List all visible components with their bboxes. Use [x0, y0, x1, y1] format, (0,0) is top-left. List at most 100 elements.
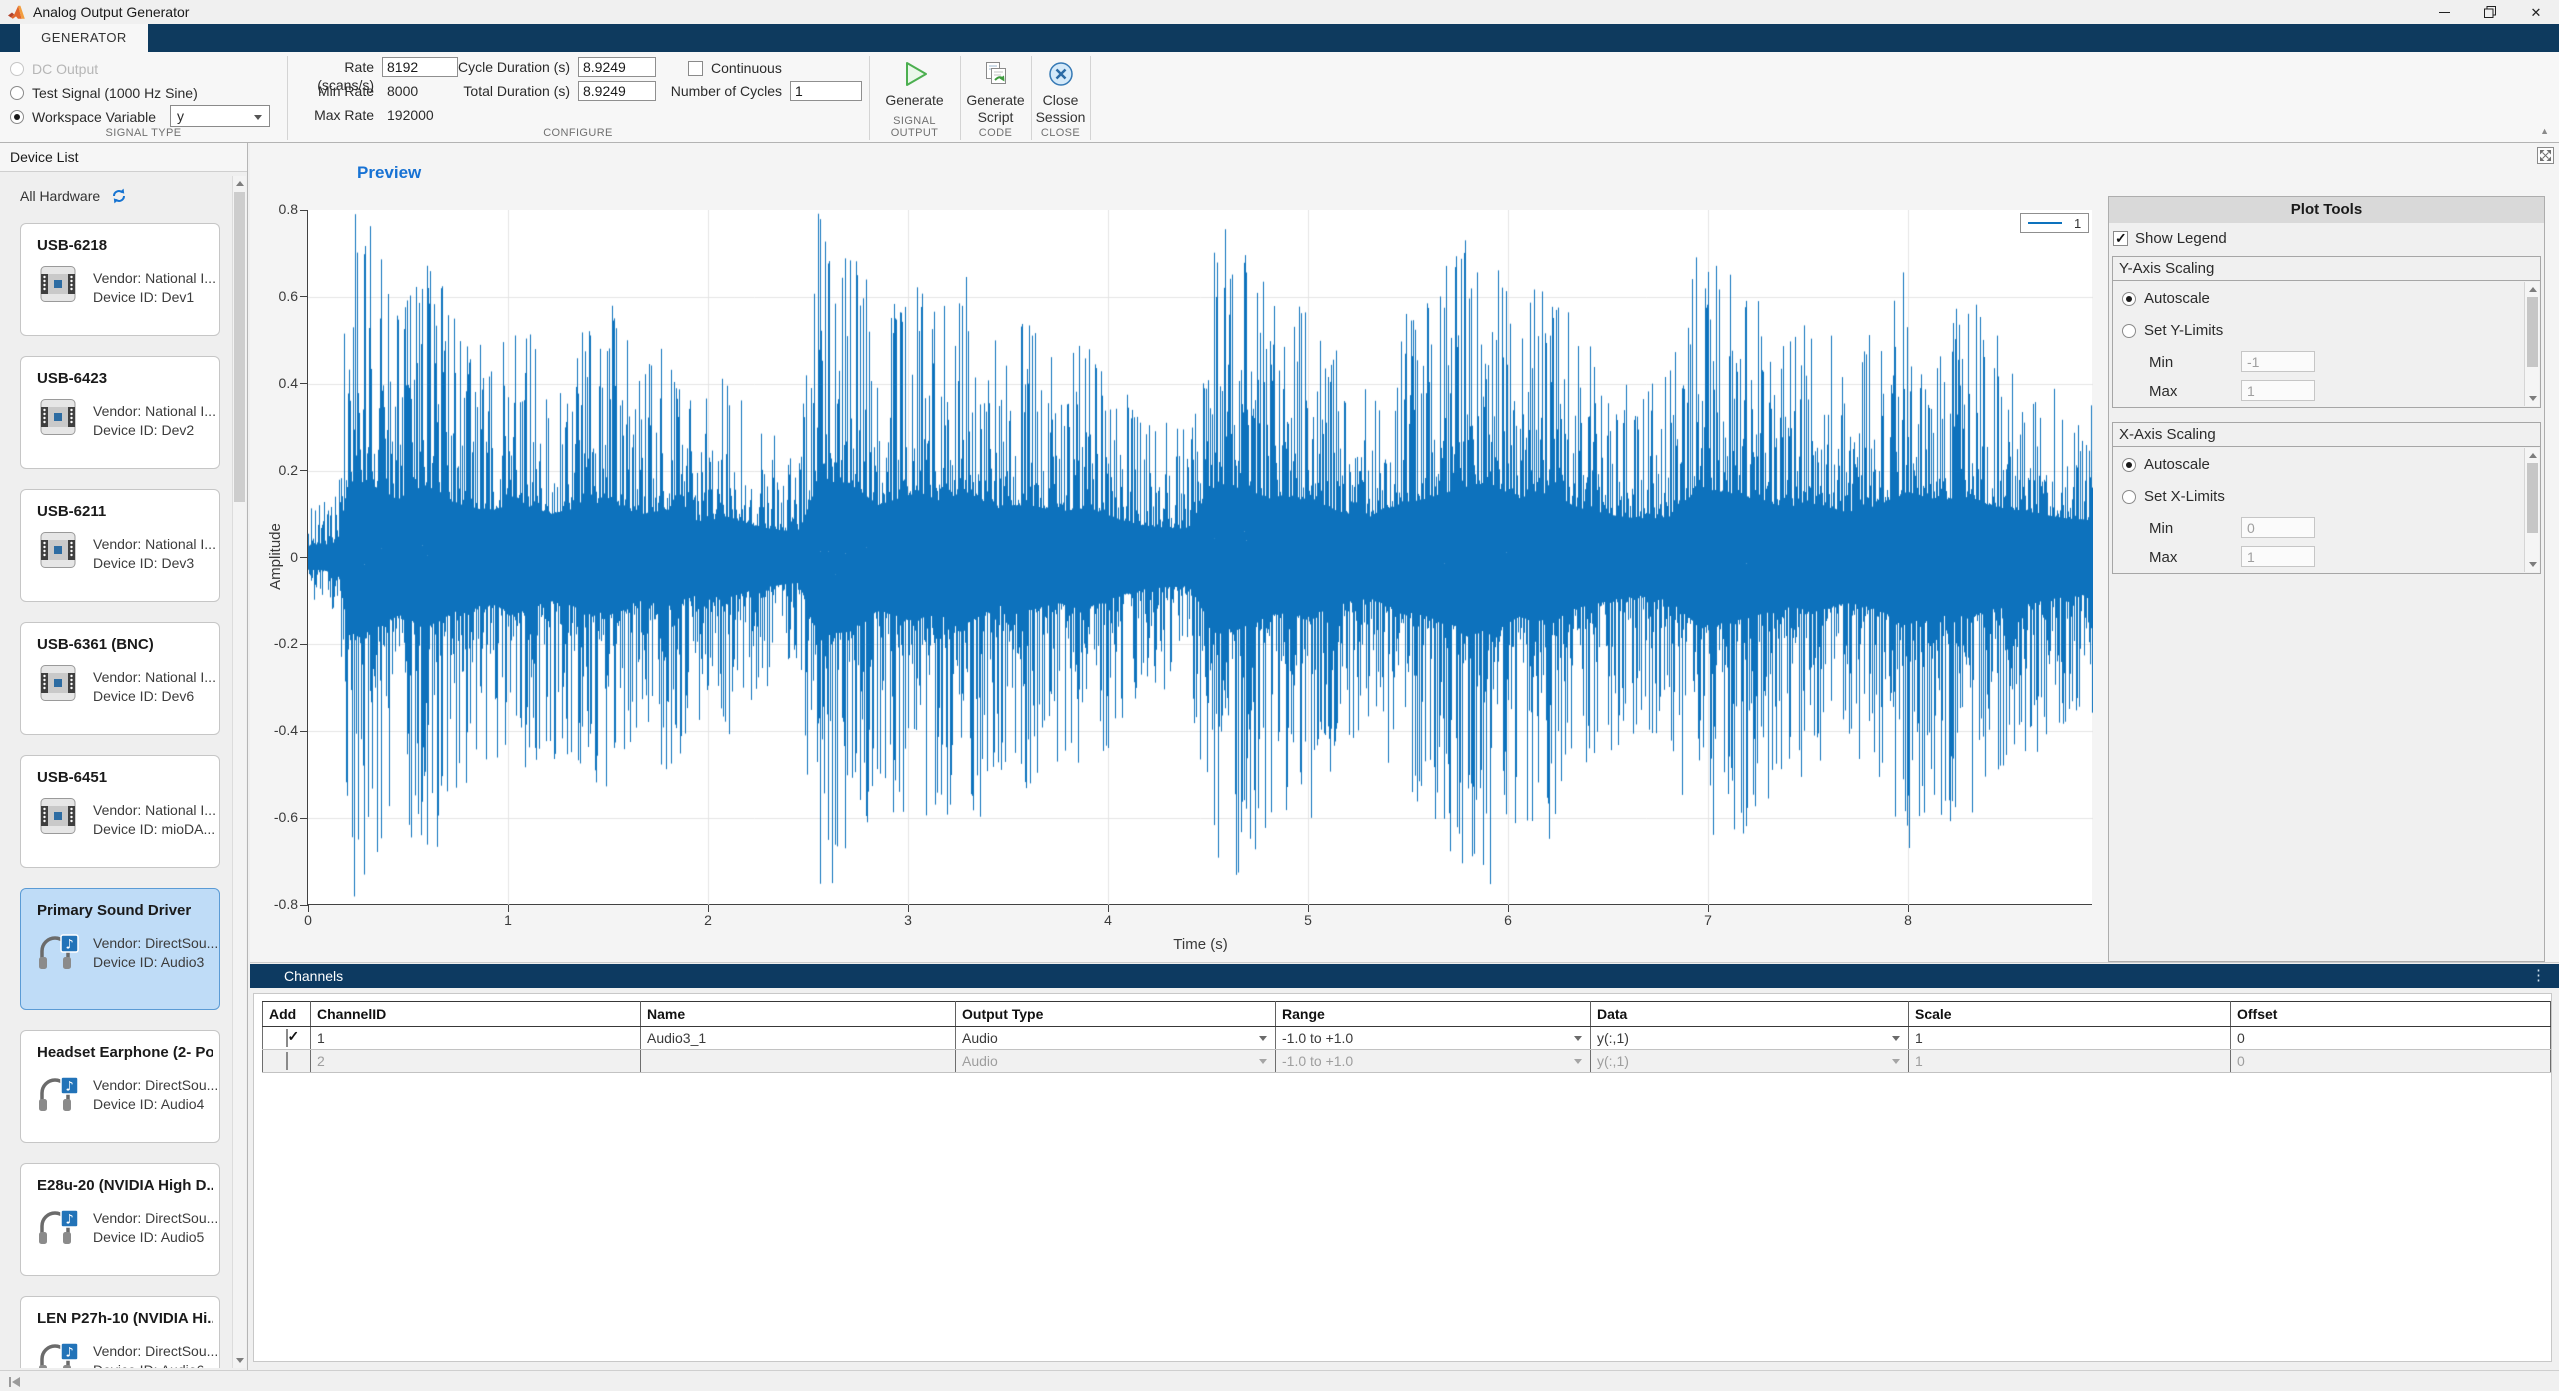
waveform-canvas[interactable] [308, 210, 2093, 905]
scroll-up-icon[interactable] [2529, 287, 2537, 292]
y-group-scrollbar[interactable] [2524, 282, 2539, 406]
data-cell[interactable]: y(:,1) [1591, 1050, 1909, 1073]
generate-script-label-line2: Script [978, 109, 1014, 126]
x-autoscale-row[interactable]: Autoscale [2122, 456, 2210, 473]
x-max-input[interactable] [2241, 546, 2315, 567]
audio-device-icon: ♪ [35, 1339, 81, 1368]
chevron-down-icon [254, 115, 262, 120]
total-duration-label: Total Duration (s) [452, 82, 570, 100]
device-card[interactable]: Headset Earphone (2- Pol... ♪ [20, 1030, 220, 1143]
y-set-limits-row[interactable]: Set Y-Limits [2122, 322, 2223, 339]
plot-legend[interactable]: 1 [2020, 213, 2089, 233]
scrollbar-thumb[interactable] [2527, 463, 2538, 533]
daq-device-icon [35, 399, 81, 438]
scroll-up-icon[interactable] [2529, 453, 2537, 458]
show-legend-checkbox[interactable] [2113, 231, 2128, 246]
y-tick-label: 0.8 [248, 201, 298, 217]
close-section-label: CLOSE [1031, 127, 1090, 139]
offset-cell[interactable]: 0 [2231, 1050, 2551, 1073]
column-header: Scale [1909, 1002, 2231, 1027]
add-checkbox[interactable] [286, 1052, 288, 1070]
collapse-ribbon-icon[interactable]: ▲ [2540, 126, 2549, 136]
x-tick-mark [308, 905, 309, 912]
scroll-down-icon[interactable] [2529, 396, 2537, 401]
scrollbar-thumb[interactable] [234, 192, 245, 502]
y-set-limits-radio[interactable] [2122, 324, 2136, 338]
x-autoscale-radio[interactable] [2122, 458, 2136, 472]
audio-device-icon: ♪ [35, 1073, 81, 1116]
scrollbar-thumb[interactable] [2527, 297, 2538, 367]
cycle-duration-input[interactable] [578, 57, 656, 77]
number-of-cycles-input[interactable] [790, 81, 862, 101]
range-cell[interactable]: -1.0 to +1.0 [1276, 1050, 1591, 1073]
restore-button[interactable] [2467, 0, 2513, 24]
device-vendor: Vendor: DirectSou... [93, 1077, 218, 1093]
x-min-input[interactable] [2241, 517, 2315, 538]
device-card[interactable]: USB-6451 ♪ Vendor: Nati [20, 755, 220, 868]
y-min-input[interactable] [2241, 351, 2315, 372]
workspace-variable-radio[interactable] [10, 110, 24, 124]
dc-output-radio-row[interactable]: DC Output [10, 60, 98, 78]
x-tick-mark [908, 905, 909, 912]
range-cell[interactable]: -1.0 to +1.0 [1276, 1027, 1591, 1050]
device-card[interactable]: USB-6361 (BNC) ♪ Vendor [20, 622, 220, 735]
device-card[interactable]: USB-6423 ♪ Vendor: Nati [20, 356, 220, 469]
collapse-left-icon[interactable] [8, 1375, 22, 1391]
channel-row[interactable]: 2 Audio -1.0 to +1.0 y(:,1) 1 0 [263, 1050, 2551, 1073]
output-type-cell[interactable]: Audio [956, 1050, 1276, 1073]
add-cell[interactable] [263, 1027, 311, 1050]
scale-cell[interactable]: 1 [1909, 1050, 2231, 1073]
offset-cell[interactable]: 0 [2231, 1027, 2551, 1050]
legend-line-sample [2028, 222, 2062, 224]
test-signal-radio[interactable] [10, 86, 24, 100]
continuous-checkbox[interactable] [688, 61, 703, 76]
workspace-variable-dropdown[interactable]: y [170, 105, 270, 127]
device-list-scrollbar[interactable] [232, 176, 246, 1368]
expand-panel-icon[interactable] [2537, 147, 2554, 167]
total-duration-input[interactable] [578, 81, 656, 101]
generate-script-button[interactable]: Generate Script [960, 58, 1031, 134]
x-tick-label: 8 [1904, 912, 1912, 928]
scroll-up-icon[interactable] [236, 181, 244, 186]
y-autoscale-radio[interactable] [2122, 292, 2136, 306]
device-card[interactable]: USB-6211 ♪ Vendor: Nati [20, 489, 220, 602]
generate-script-label-line1: Generate [966, 92, 1024, 109]
device-card[interactable]: E28u-20 (NVIDIA High D... ♪ [20, 1163, 220, 1276]
channels-menu-icon[interactable]: ⋮ [2531, 964, 2546, 988]
close-session-button[interactable]: Close Session [1031, 58, 1090, 134]
rate-input[interactable] [382, 57, 458, 77]
close-button[interactable]: ✕ [2513, 0, 2559, 24]
name-cell[interactable] [641, 1050, 956, 1073]
scale-cell[interactable]: 1 [1909, 1027, 2231, 1050]
name-cell[interactable]: Audio3_1 [641, 1027, 956, 1050]
minimize-button[interactable] [2421, 0, 2467, 24]
channel-row[interactable]: 1 Audio3_1 Audio -1.0 to +1.0 y(:,1) 1 0 [263, 1027, 2551, 1050]
scroll-down-icon[interactable] [2529, 562, 2537, 567]
data-cell[interactable]: y(:,1) [1591, 1027, 1909, 1050]
y-tick-label: 0 [248, 549, 298, 565]
add-checkbox[interactable] [286, 1029, 288, 1047]
dc-output-radio[interactable] [10, 62, 24, 76]
x-tick-label: 2 [704, 912, 712, 928]
y-max-input[interactable] [2241, 380, 2315, 401]
y-autoscale-row[interactable]: Autoscale [2122, 290, 2210, 307]
device-card[interactable]: USB-6218 ♪ Vendor: Nati [20, 223, 220, 336]
tab-generator[interactable]: GENERATOR [20, 24, 148, 52]
output-type-cell[interactable]: Audio [956, 1027, 1276, 1050]
scroll-down-icon[interactable] [236, 1358, 244, 1363]
device-card[interactable]: LEN P27h-10 (NVIDIA Hi... ♪ [20, 1296, 220, 1368]
x-set-limits-row[interactable]: Set X-Limits [2122, 488, 2225, 505]
test-signal-radio-row[interactable]: Test Signal (1000 Hz Sine) [10, 84, 198, 102]
x-group-scrollbar[interactable] [2524, 448, 2539, 572]
workspace-variable-radio-row[interactable]: Workspace Variable [10, 108, 156, 126]
add-cell[interactable] [263, 1050, 311, 1073]
status-bar [0, 1370, 2559, 1391]
show-legend-label: Show Legend [2135, 230, 2227, 247]
device-id: Device ID: Audio4 [93, 1096, 204, 1112]
device-card[interactable]: Primary Sound Driver ♪ [20, 888, 220, 1010]
x-set-limits-radio[interactable] [2122, 490, 2136, 504]
refresh-icon[interactable] [110, 187, 128, 205]
max-rate-label: Max Rate [290, 106, 374, 124]
y-autoscale-label: Autoscale [2144, 290, 2210, 307]
waveform-plot-axes[interactable]: Amplitude Time (s) 1 -0.8-0.6-0.4-0.200.… [307, 210, 2092, 905]
